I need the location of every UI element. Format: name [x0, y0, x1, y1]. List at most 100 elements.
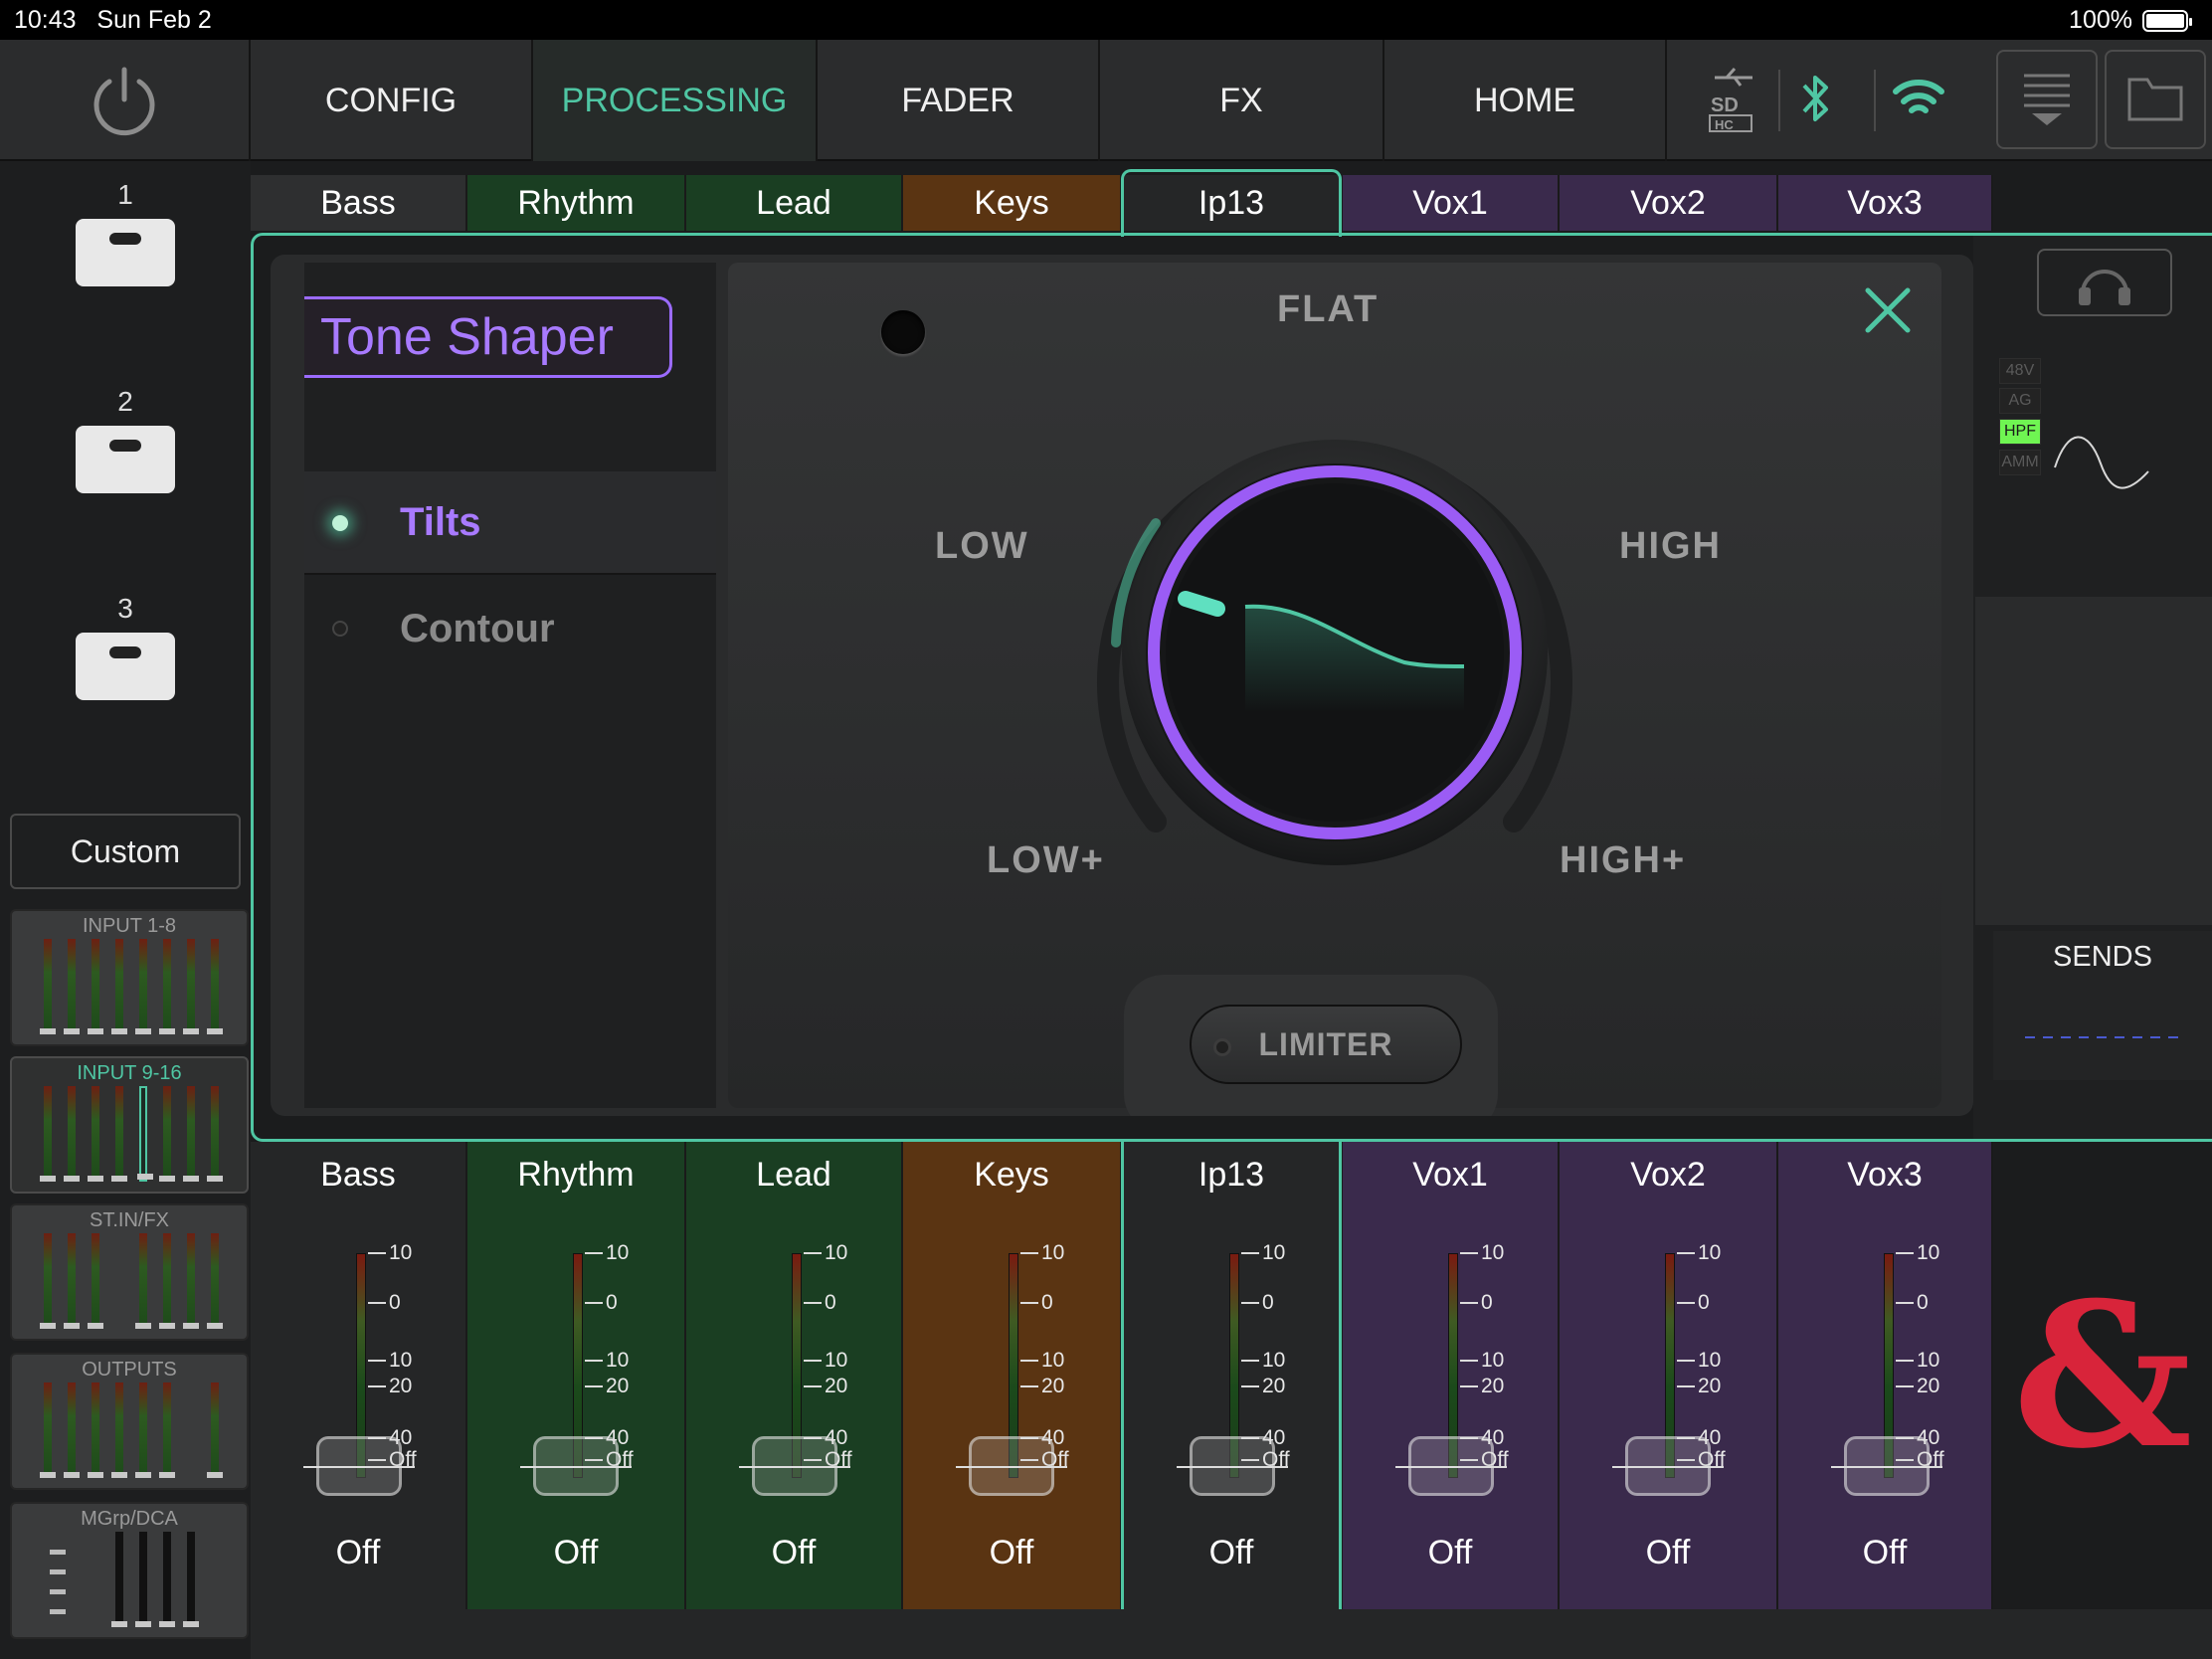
folder-button[interactable]: [2105, 50, 2206, 149]
channel-tab-vox1[interactable]: Vox1: [1343, 175, 1560, 231]
bank-input-9-16[interactable]: INPUT 9-16: [10, 1056, 249, 1194]
scale-tick: 10: [1020, 1241, 1064, 1265]
scale-tick: 20: [804, 1375, 847, 1398]
layer-1[interactable]: 1: [76, 179, 175, 286]
tab-fx[interactable]: FX: [1100, 40, 1384, 161]
scale-tick: 20: [1677, 1375, 1721, 1398]
fader-knob[interactable]: [303, 1436, 415, 1496]
channel-strip-lead: Lead 10 0 10 20 40 Off Off: [686, 1142, 903, 1609]
fader-knob[interactable]: [520, 1436, 632, 1496]
scale-tick: 20: [368, 1375, 412, 1398]
status-date: Sun Feb 2: [96, 6, 212, 34]
bank-mgrp-dca[interactable]: MGrp/DCA: [10, 1502, 249, 1639]
scale-tick: 0: [368, 1291, 401, 1315]
channel-name: Vox3: [1847, 1156, 1923, 1194]
folder-icon: [2127, 78, 2183, 121]
channel-tab-keys[interactable]: Keys: [903, 175, 1122, 231]
scale-tick: 10: [1896, 1349, 1939, 1373]
fader-knob[interactable]: [1395, 1436, 1507, 1496]
fader-knob[interactable]: [1612, 1436, 1724, 1496]
channel-name: Vox1: [1412, 1156, 1488, 1194]
usb-sdhc-icon: SD HC: [1709, 68, 1752, 132]
battery-icon: [2142, 9, 2192, 32]
fader-knob[interactable]: [956, 1436, 1067, 1496]
fader-value[interactable]: Off: [1778, 1534, 1991, 1572]
top-nav: CONFIG PROCESSING FADER FX HOME SD HC: [0, 40, 2212, 161]
fader-value[interactable]: Off: [251, 1534, 465, 1572]
status-icons: SD HC: [1667, 40, 2212, 161]
selected-channel-outline: [251, 233, 2212, 1142]
scale-tick: 10: [804, 1241, 847, 1265]
scale-tick: 10: [1020, 1349, 1064, 1373]
scale-tick: 10: [585, 1349, 629, 1373]
fader-value[interactable]: Off: [686, 1534, 901, 1572]
channel-tab-lead[interactable]: Lead: [686, 175, 903, 231]
power-icon: [93, 67, 155, 136]
status-bar: 10:43 Sun Feb 2 100%: [0, 0, 2212, 40]
tab-home[interactable]: HOME: [1384, 40, 1667, 161]
fader-knob[interactable]: [1831, 1436, 1942, 1496]
fader-value[interactable]: Off: [1343, 1534, 1558, 1572]
menu-icon: [2024, 74, 2070, 125]
scale-tick: 10: [1896, 1241, 1939, 1265]
fader-value[interactable]: Off: [1560, 1534, 1776, 1572]
bank-label: INPUT 1-8: [82, 915, 177, 937]
fader-value[interactable]: Off: [467, 1534, 684, 1572]
channel-strip-vox2: Vox2 10 0 10 20 40 Off Off: [1560, 1142, 1778, 1609]
layer-3[interactable]: 3: [76, 593, 175, 700]
fader-knob[interactable]: [739, 1436, 850, 1496]
scale-tick: 10: [368, 1241, 412, 1265]
custom-button[interactable]: Custom: [10, 814, 241, 889]
layer-3-label: 3: [117, 593, 133, 624]
wifi-icon: [1893, 80, 1944, 113]
channel-name: Keys: [974, 1156, 1049, 1194]
channel-strip-vox1: Vox1 10 0 10 20 40 Off Off: [1343, 1142, 1560, 1609]
menu-button[interactable]: [1996, 50, 2098, 149]
svg-text:SD: SD: [1711, 94, 1739, 116]
layer-3-button[interactable]: [76, 633, 175, 700]
tab-config[interactable]: CONFIG: [251, 40, 533, 161]
layer-2-button[interactable]: [76, 426, 175, 493]
bank-outputs[interactable]: OUTPUTS: [10, 1353, 249, 1490]
scale-tick: 0: [585, 1291, 618, 1315]
channel-strip-rhythm: Rhythm 10 0 10 20 40 Off Off: [467, 1142, 686, 1609]
brand-logo: &: [1993, 1142, 2212, 1609]
scale-tick: 0: [1896, 1291, 1929, 1315]
scale-tick: 0: [1460, 1291, 1493, 1315]
bank-input-1-8[interactable]: INPUT 1-8: [10, 909, 249, 1046]
layer-2[interactable]: 2: [76, 386, 175, 493]
left-sidebar: 1 2 3 Custom INPUT 1-8 INPUT 9-16 ST.IN/…: [0, 161, 251, 1659]
scale-tick: 10: [1677, 1241, 1721, 1265]
power-button[interactable]: [0, 40, 251, 161]
bank-label: OUTPUTS: [82, 1359, 177, 1381]
bank-label: MGrp/DCA: [81, 1508, 178, 1530]
scale-tick: 20: [1020, 1375, 1064, 1398]
fader-value[interactable]: Off: [903, 1534, 1120, 1572]
battery-percent: 100%: [2069, 6, 2132, 34]
scale-tick: 20: [585, 1375, 629, 1398]
ip13-tab-outline: [1121, 169, 1342, 237]
channel-tab-rhythm[interactable]: Rhythm: [467, 175, 686, 231]
channel-tab-bass[interactable]: Bass: [251, 175, 467, 231]
scale-tick: 10: [804, 1349, 847, 1373]
channel-tab-vox3[interactable]: Vox3: [1778, 175, 1993, 231]
layer-1-label: 1: [117, 179, 133, 210]
layer-1-button[interactable]: [76, 219, 175, 286]
tab-processing[interactable]: PROCESSING: [533, 40, 818, 161]
scale-tick: 10: [1460, 1241, 1504, 1265]
channel-strip-vox3: Vox3 10 0 10 20 40 Off Off: [1778, 1142, 1993, 1609]
svg-text:HC: HC: [1715, 117, 1734, 132]
channel-tab-vox2[interactable]: Vox2: [1560, 175, 1778, 231]
channel-name: Lead: [756, 1156, 831, 1194]
bank-st-in-fx[interactable]: ST.IN/FX: [10, 1203, 249, 1341]
scale-tick: 10: [1460, 1349, 1504, 1373]
scale-tick: 20: [1896, 1375, 1939, 1398]
ip13-strip-outline: [1121, 1140, 1342, 1651]
tab-fader[interactable]: FADER: [818, 40, 1100, 161]
scale-tick: 10: [585, 1241, 629, 1265]
channel-name: Rhythm: [517, 1156, 635, 1194]
channel-name: Bass: [320, 1156, 396, 1194]
channel-strip-bass: Bass 10 0 10 20 40 Off Off: [251, 1142, 467, 1609]
scale-tick: 10: [1677, 1349, 1721, 1373]
bottom-bar: [251, 1609, 2212, 1659]
